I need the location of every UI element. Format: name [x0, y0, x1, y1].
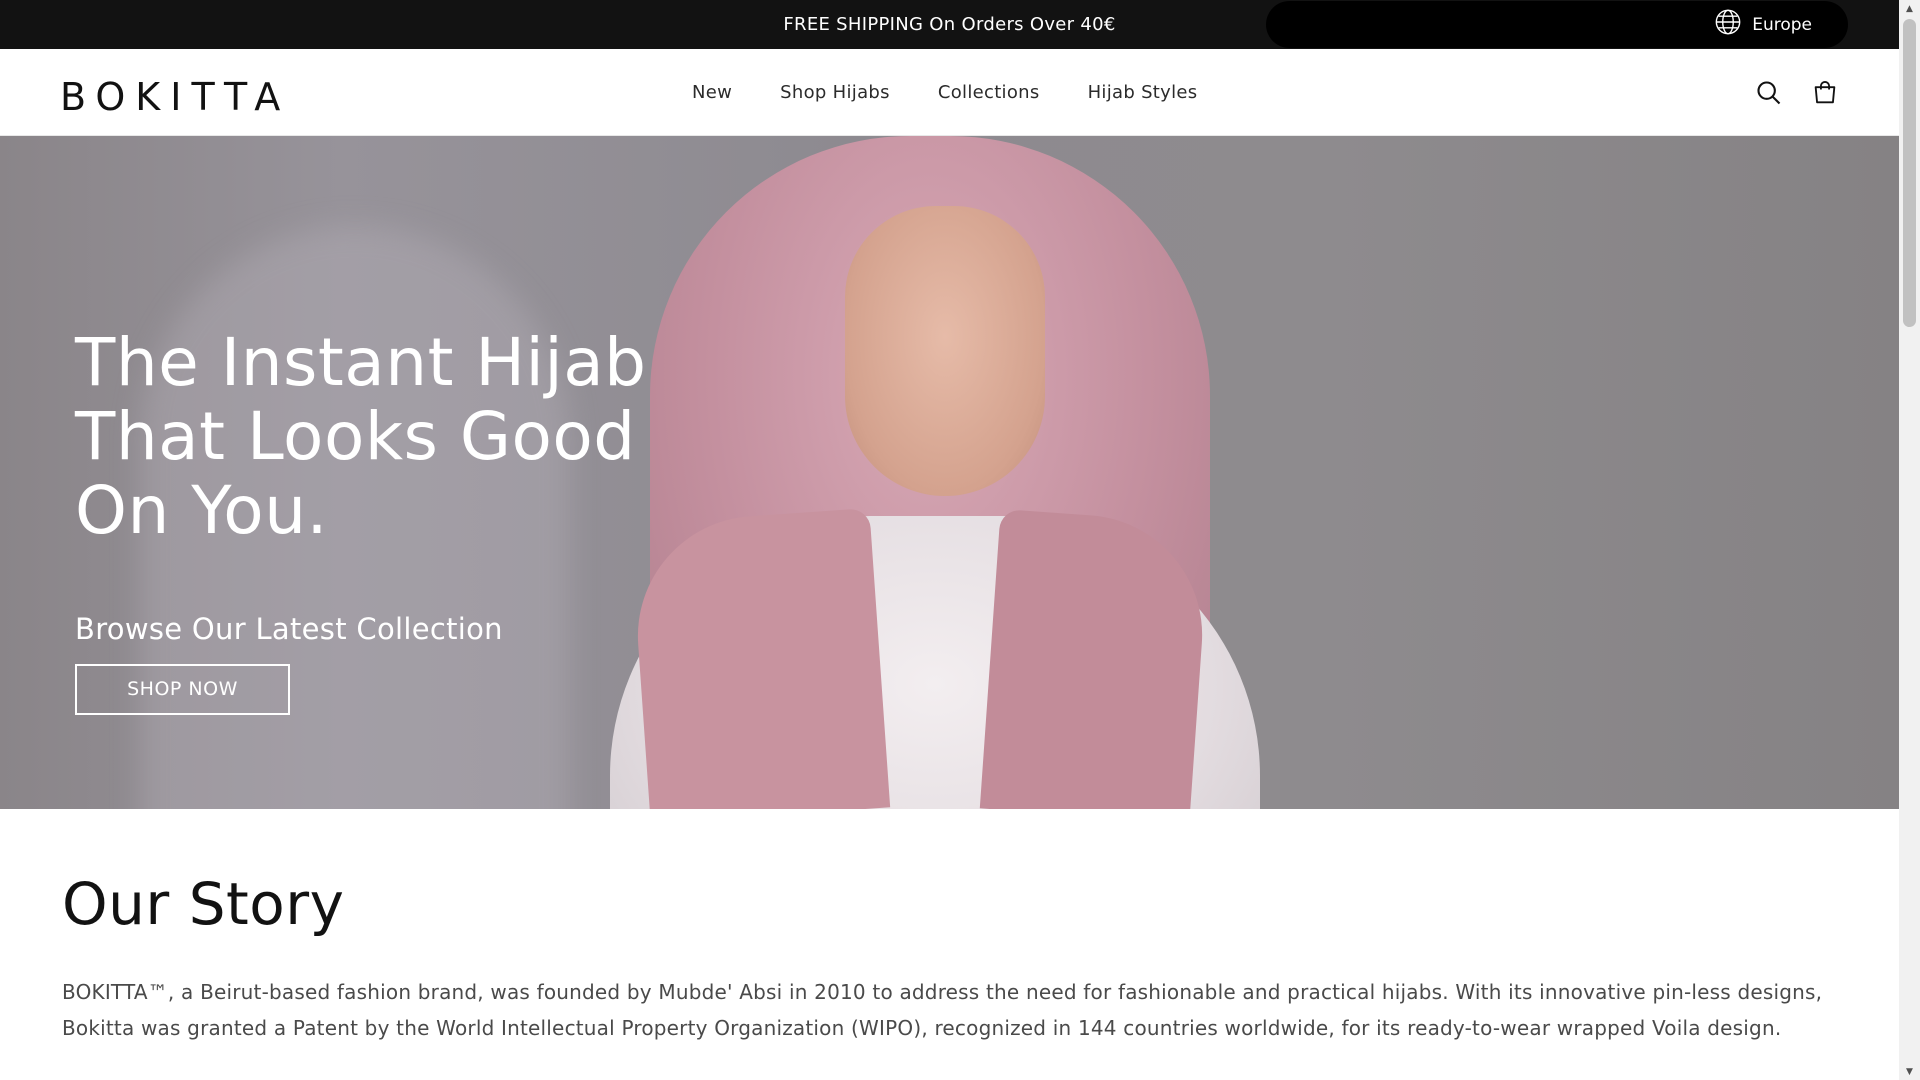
our-story-section: Our Story BOKITTA™, a Beirut-based fashi…: [62, 870, 1842, 1046]
story-title: Our Story: [62, 870, 345, 938]
cart-icon[interactable]: [1811, 79, 1839, 107]
scroll-up-arrow-icon[interactable]: ▲: [1899, 0, 1920, 17]
hero-model-face: [845, 206, 1045, 496]
header-actions: [1755, 49, 1839, 136]
nav-shop-hijabs[interactable]: Shop Hijabs: [756, 82, 914, 103]
nav-collections[interactable]: Collections: [914, 82, 1064, 103]
nav-new[interactable]: New: [668, 82, 756, 103]
hero-subtitle: Browse Our Latest Collection: [75, 612, 503, 646]
region-label: Europe: [1752, 14, 1812, 35]
region-selector[interactable]: Europe: [1714, 1, 1812, 48]
announcement-bar: FREE SHIPPING On Orders Over 40€ Europe: [0, 0, 1899, 49]
globe-icon: [1714, 8, 1742, 41]
scroll-thumb[interactable]: [1903, 19, 1916, 327]
shop-now-button[interactable]: SHOP NOW: [75, 664, 290, 715]
site-header: BOKITTA New Shop Hijabs Collections Hija…: [0, 49, 1899, 136]
region-selector-container: Europe: [1266, 1, 1848, 48]
scroll-down-arrow-icon[interactable]: ▼: [1899, 1063, 1920, 1080]
brand-logo[interactable]: BOKITTA: [60, 75, 290, 119]
nav-hijab-styles[interactable]: Hijab Styles: [1064, 82, 1222, 103]
page-scrollbar[interactable]: ▲ ▼: [1899, 0, 1920, 1080]
story-text: BOKITTA™, a Beirut-based fashion brand, …: [62, 980, 1823, 1040]
main-nav: New Shop Hijabs Collections Hijab Styles: [668, 49, 1221, 136]
hero-title: The Instant Hijab That Looks Good On You…: [75, 324, 647, 549]
hero-banner: The Instant Hijab That Looks Good On You…: [0, 136, 1899, 809]
search-icon[interactable]: [1755, 79, 1783, 107]
hero-content: The Instant Hijab That Looks Good On You…: [75, 326, 695, 715]
